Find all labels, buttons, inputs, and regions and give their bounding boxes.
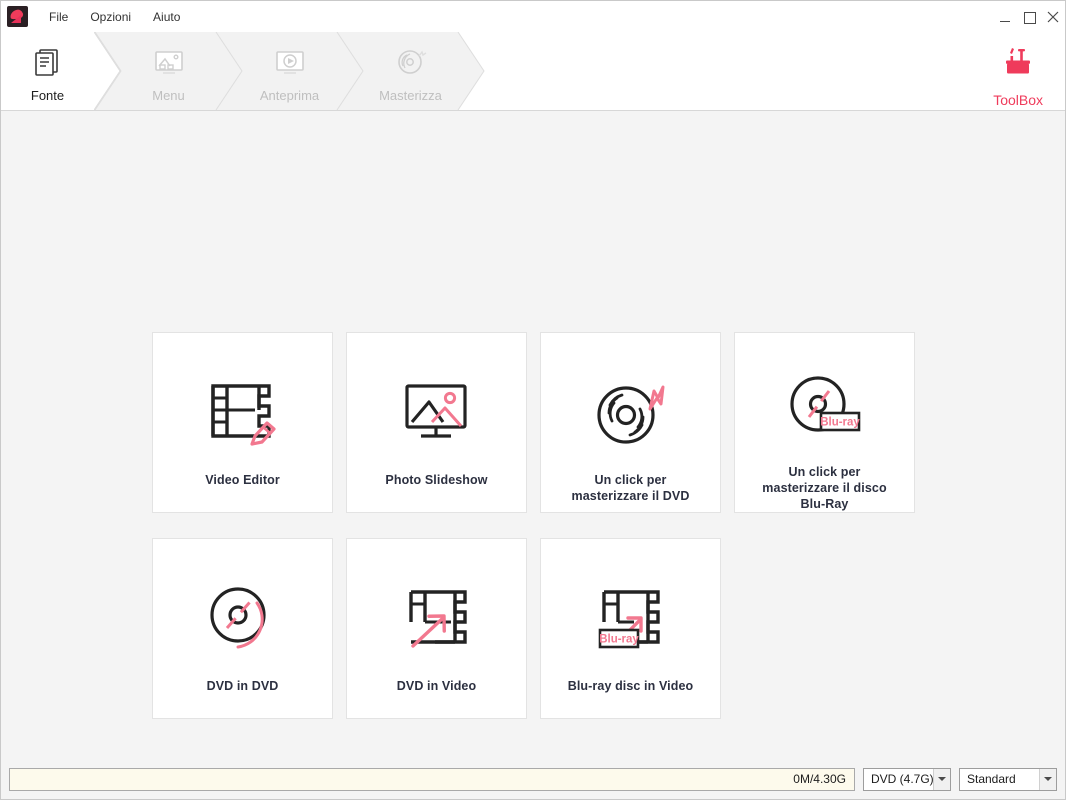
card-video-editor[interactable]: Video Editor (152, 332, 333, 513)
card-label-dvd-to-dvd: DVD in DVD (206, 679, 279, 693)
main-content: Video Editor Photo Slideshow Un click pe… (1, 111, 1065, 759)
toolbox-button[interactable]: ToolBox (993, 41, 1043, 108)
film-strip-arrow-icon (399, 568, 475, 672)
app-logo-icon (7, 6, 28, 27)
bluray-disc-icon: Blu-ray (785, 362, 865, 458)
chevron-down-icon[interactable] (1039, 768, 1056, 790)
disc-type-value: DVD (4.7G) (871, 772, 934, 786)
feature-card-grid: Video Editor Photo Slideshow Un click pe… (152, 332, 915, 719)
card-label-one-click-burn-dvd: Un click per masterizzare il DVD (571, 473, 690, 503)
disc-usage-progress-bar: 0M/4.30G (9, 767, 855, 791)
step-fonte[interactable]: Fonte (1, 32, 94, 110)
step-masterizza-label: Masterizza (379, 88, 442, 103)
status-bar: 0M/4.30G DVD (4.7G) Standard (1, 759, 1065, 799)
card-bluray-to-video[interactable]: Blu-ray Blu-ray disc in Video (540, 538, 721, 719)
quality-value: Standard (967, 772, 1016, 786)
step-menu-label: Menu (152, 88, 185, 103)
card-label-photo-slideshow: Photo Slideshow (385, 473, 488, 487)
step-separator-3 (336, 32, 364, 110)
card-dvd-to-dvd[interactable]: DVD in DVD (152, 538, 333, 719)
step-fonte-label: Fonte (30, 88, 65, 103)
quality-select[interactable]: Standard (959, 767, 1057, 791)
step-separator-1 (94, 32, 122, 110)
film-strip-pencil-icon (205, 362, 281, 466)
menu-item-file[interactable]: File (38, 6, 79, 28)
toolbox-label: ToolBox (993, 92, 1043, 108)
card-label-one-click-burn-bluray: Un click per masterizzare il disco Blu-R… (762, 465, 887, 511)
card-label-bluray-to-video: Blu-ray disc in Video (567, 679, 694, 693)
step-masterizza[interactable]: Masterizza (364, 32, 457, 110)
minimize-icon[interactable] (993, 4, 1017, 30)
close-icon[interactable] (1041, 4, 1065, 30)
menu-item-opzioni[interactable]: Opzioni (79, 6, 142, 28)
play-monitor-icon (273, 45, 307, 79)
disc-lightning-icon (592, 362, 670, 466)
svg-text:Blu-ray: Blu-ray (599, 634, 639, 646)
card-one-click-burn-dvd[interactable]: Un click per masterizzare il DVD (540, 332, 721, 513)
step-anteprima[interactable]: Anteprima (243, 32, 336, 110)
menu-bar: File Opzioni Aiuto (38, 1, 191, 32)
card-one-click-burn-bluray[interactable]: Blu-ray Un click per masterizzare il dis… (734, 332, 915, 513)
monitor-picture-icon (399, 362, 475, 466)
chevron-down-icon[interactable] (933, 768, 950, 790)
toolbox-icon (998, 41, 1038, 86)
maximize-icon[interactable] (1017, 4, 1041, 30)
window-controls (993, 1, 1065, 32)
disc-type-select[interactable]: DVD (4.7G) (863, 767, 951, 791)
title-bar: File Opzioni Aiuto (1, 1, 1065, 32)
application-window: File Opzioni Aiuto Fonte Menu Anteprima … (0, 0, 1066, 800)
document-stack-icon (31, 45, 65, 79)
step-separator-4 (457, 32, 485, 110)
step-navigation-bar: Fonte Menu Anteprima Masterizza ToolBox (1, 32, 1065, 111)
step-anteprima-label: Anteprima (259, 88, 320, 103)
burn-disc-icon (394, 45, 428, 79)
step-separator-2 (215, 32, 243, 110)
disc-usage-label: 0M/4.30G (793, 772, 846, 786)
film-strip-bluray-arrow-icon: Blu-ray (592, 568, 670, 672)
card-photo-slideshow[interactable]: Photo Slideshow (346, 332, 527, 513)
card-label-video-editor: Video Editor (205, 473, 280, 487)
svg-text:Blu-ray: Blu-ray (820, 417, 860, 429)
card-dvd-to-video[interactable]: DVD in Video (346, 538, 527, 719)
card-label-dvd-to-video: DVD in Video (396, 679, 477, 693)
steps-container: Fonte Menu Anteprima Masterizza (1, 32, 485, 110)
disc-copy-icon (205, 568, 281, 672)
menu-item-aiuto[interactable]: Aiuto (142, 6, 191, 28)
step-menu[interactable]: Menu (122, 32, 215, 110)
picture-monitor-icon (152, 45, 186, 79)
